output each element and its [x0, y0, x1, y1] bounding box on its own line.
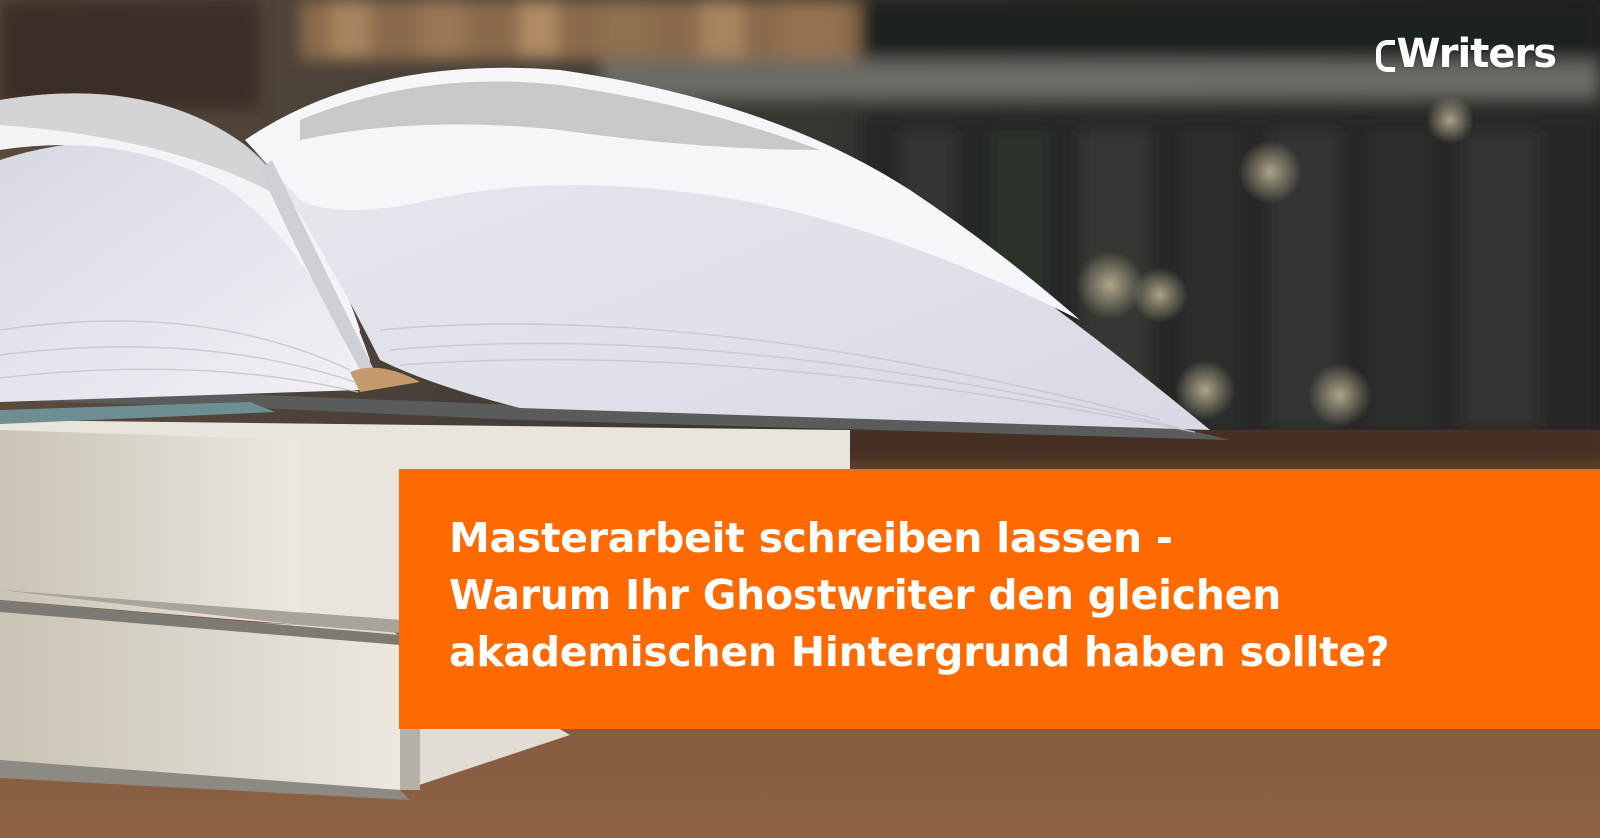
- title-line: Warum Ihr Ghostwriter den gleichen: [449, 571, 1282, 619]
- title-line: akademischen Hintergrund haben sollte?: [449, 628, 1390, 676]
- hero-image: Writers Masterarbeit schreiben lassen - …: [0, 0, 1600, 838]
- logo-text: Writers: [1396, 31, 1557, 77]
- title-line: Masterarbeit schreiben lassen -: [449, 514, 1173, 562]
- page-title: Masterarbeit schreiben lassen - Warum Ih…: [449, 510, 1569, 681]
- logo-mark-icon: [1376, 40, 1396, 72]
- brand-logo[interactable]: Writers: [1376, 31, 1557, 77]
